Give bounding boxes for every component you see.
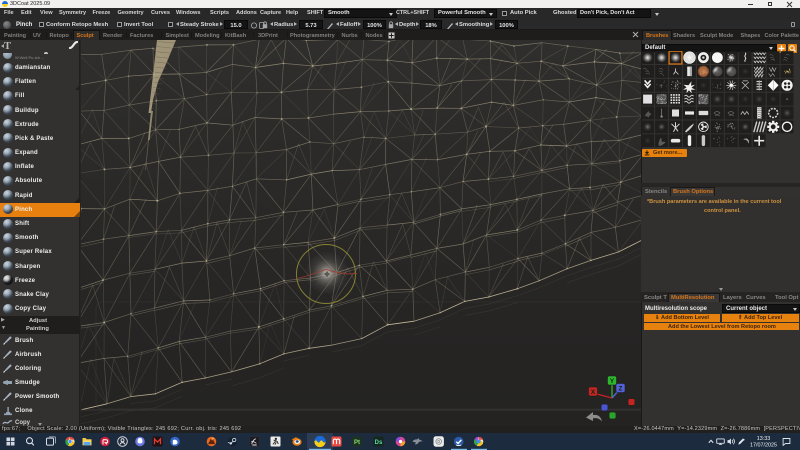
- svg-text:17/07/2025: 17/07/2025: [750, 443, 777, 449]
- svg-text:Ds: Ds: [375, 440, 383, 446]
- svg-text:X: X: [591, 389, 596, 396]
- svg-text:13:33: 13:33: [757, 436, 771, 442]
- svg-text:Z: Z: [619, 385, 623, 392]
- svg-text:Pt: Pt: [354, 440, 360, 446]
- svg-text:Y: Y: [610, 378, 615, 385]
